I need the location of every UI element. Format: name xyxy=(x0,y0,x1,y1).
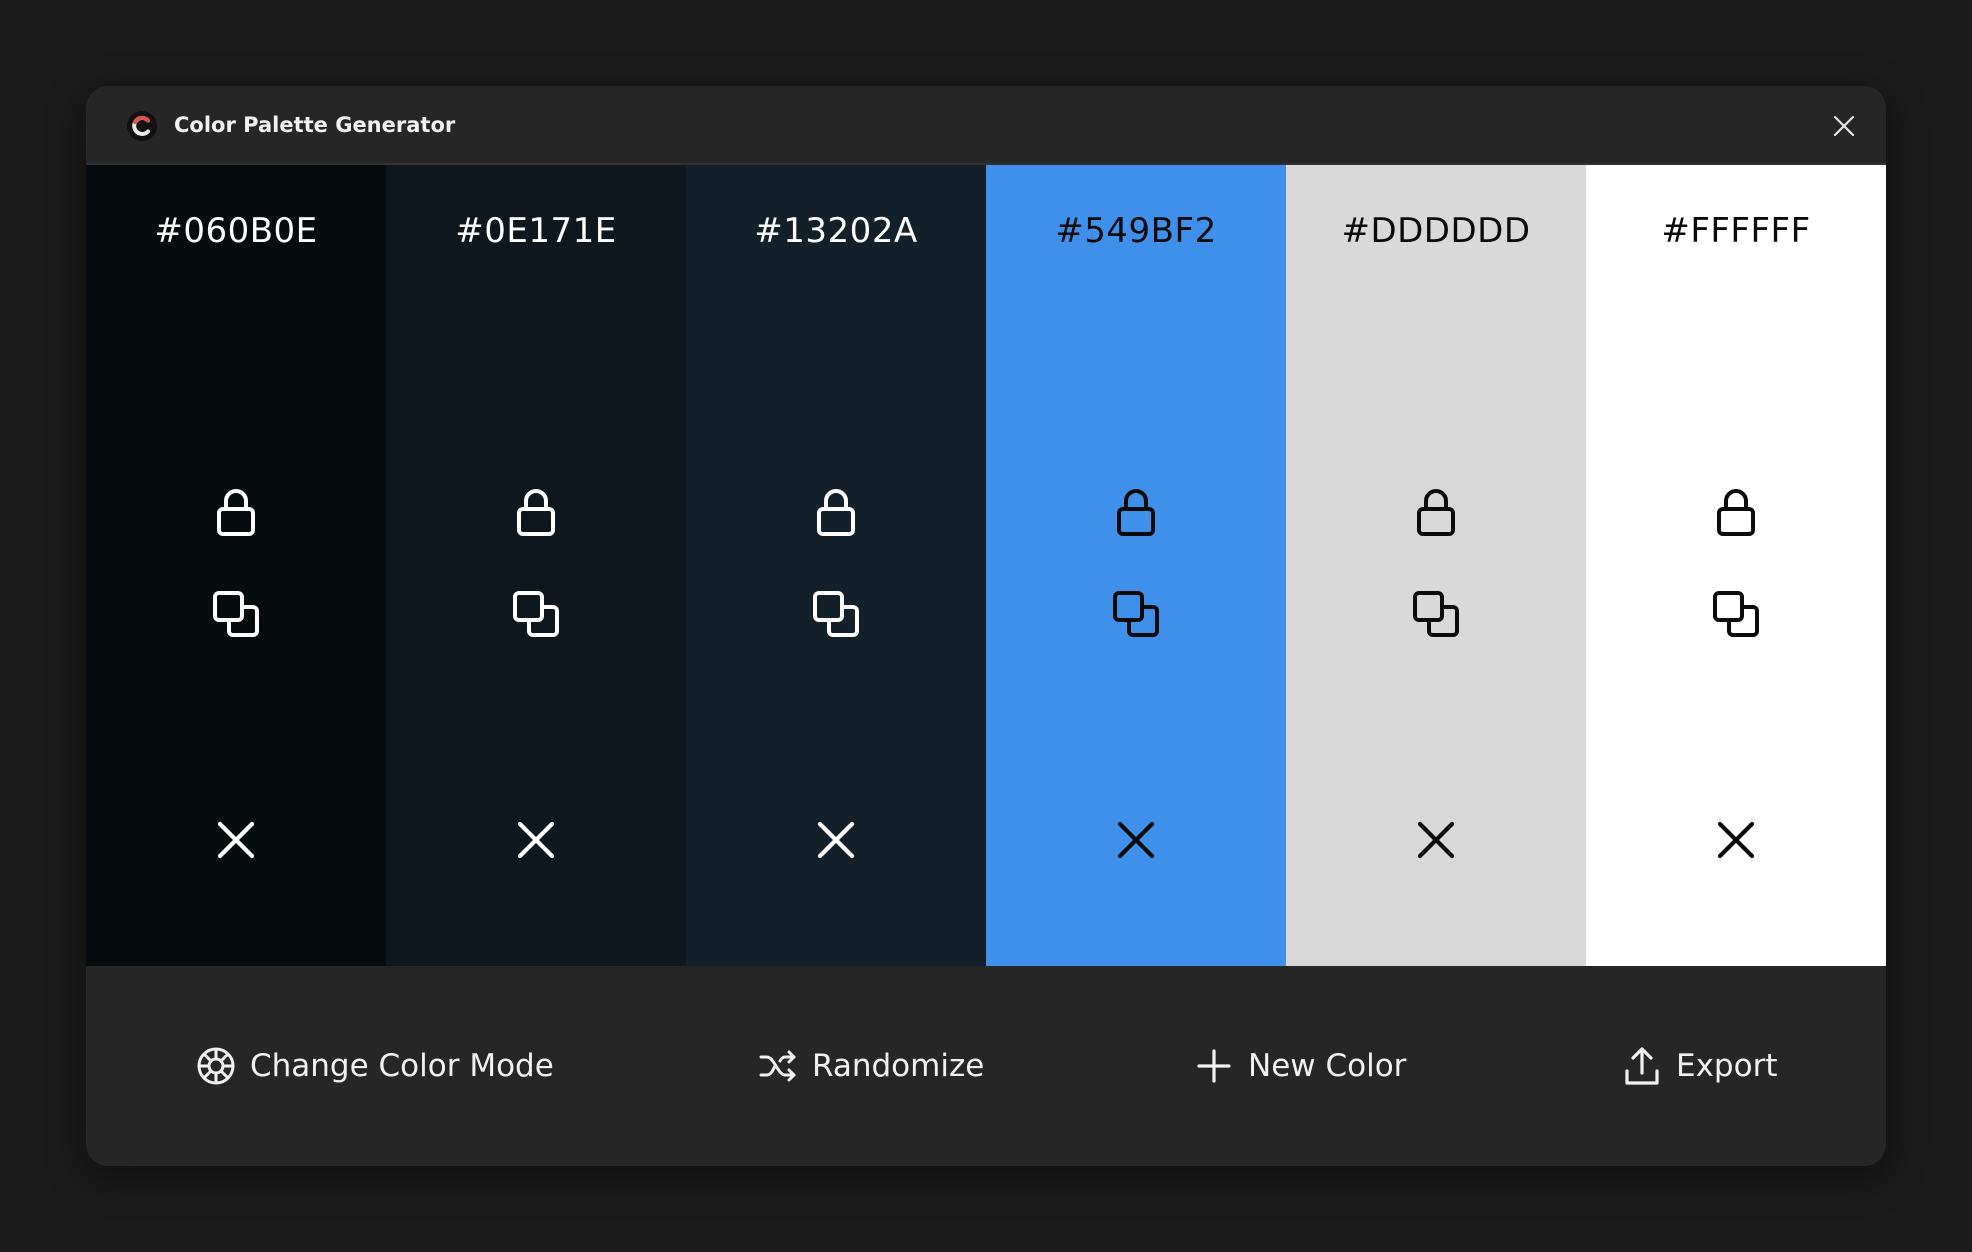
change-color-mode-label: Change Color Mode xyxy=(250,1048,554,1084)
shuffle-icon xyxy=(759,1050,796,1082)
randomize-label: Randomize xyxy=(812,1048,985,1084)
remove-color-button[interactable] xyxy=(1411,815,1461,865)
lock-icon xyxy=(1117,489,1155,536)
lock-icon xyxy=(817,489,855,536)
remove-icon xyxy=(1117,821,1155,859)
lock-icon xyxy=(217,489,255,536)
palette-swatches: #060B0E #0E171E #13202A #549BF2 #DDDDDD … xyxy=(86,165,1886,966)
hex-code[interactable]: #FFFFFF xyxy=(1586,211,1886,251)
export-label: Export xyxy=(1676,1048,1778,1084)
color-swatch[interactable]: #0E171E xyxy=(386,165,686,966)
lock-icon xyxy=(517,489,555,536)
hex-code[interactable]: #13202A xyxy=(686,211,986,251)
plus-icon xyxy=(1197,1049,1231,1083)
new-color-button[interactable]: New Color xyxy=(1194,1040,1406,1092)
app-logo-icon xyxy=(126,110,158,142)
copy-icon xyxy=(1113,591,1159,637)
color-swatch[interactable]: #060B0E xyxy=(86,165,386,966)
remove-color-button[interactable] xyxy=(511,815,561,865)
copy-icon xyxy=(813,591,859,637)
remove-icon xyxy=(817,821,855,859)
export-button[interactable]: Export xyxy=(1622,1040,1777,1092)
lock-color-button[interactable] xyxy=(1411,487,1461,537)
hex-code[interactable]: #549BF2 xyxy=(986,211,1286,251)
lock-color-button[interactable] xyxy=(811,487,861,537)
copy-icon xyxy=(513,591,559,637)
color-swatch[interactable]: #13202A xyxy=(686,165,986,966)
hex-code[interactable]: #DDDDDD xyxy=(1286,211,1586,251)
color-swatch[interactable]: #FFFFFF xyxy=(1586,165,1886,966)
copy-color-button[interactable] xyxy=(211,589,261,639)
upload-icon xyxy=(1625,1047,1659,1085)
color-swatch[interactable]: #549BF2 xyxy=(986,165,1286,966)
hex-code[interactable]: #060B0E xyxy=(86,211,386,251)
copy-color-button[interactable] xyxy=(1111,589,1161,639)
color-wheel-icon xyxy=(197,1047,235,1085)
copy-icon xyxy=(1413,591,1459,637)
remove-icon xyxy=(1417,821,1455,859)
copy-icon xyxy=(1713,591,1759,637)
lock-color-button[interactable] xyxy=(211,487,261,537)
change-color-mode-button[interactable]: Change Color Mode xyxy=(196,1040,554,1092)
new-color-label: New Color xyxy=(1248,1048,1407,1084)
hex-code[interactable]: #0E171E xyxy=(386,211,686,251)
remove-color-button[interactable] xyxy=(1711,815,1761,865)
copy-color-button[interactable] xyxy=(511,589,561,639)
copy-color-button[interactable] xyxy=(811,589,861,639)
remove-icon xyxy=(517,821,555,859)
window-title: Color Palette Generator xyxy=(174,113,456,137)
color-swatch[interactable]: #DDDDDD xyxy=(1286,165,1586,966)
remove-icon xyxy=(217,821,255,859)
remove-color-button[interactable] xyxy=(811,815,861,865)
lock-color-button[interactable] xyxy=(1711,487,1761,537)
close-icon xyxy=(1833,115,1855,137)
remove-color-button[interactable] xyxy=(1111,815,1161,865)
close-window-button[interactable] xyxy=(1824,106,1864,146)
lock-icon xyxy=(1417,489,1455,536)
randomize-button[interactable]: Randomize xyxy=(758,1040,984,1092)
copy-color-button[interactable] xyxy=(1411,589,1461,639)
lock-color-button[interactable] xyxy=(1111,487,1161,537)
remove-icon xyxy=(1717,821,1755,859)
title-bar: Color Palette Generator xyxy=(86,86,1886,165)
action-toolbar: Change Color Mode Randomize New Color Ex… xyxy=(86,966,1886,1166)
lock-color-button[interactable] xyxy=(511,487,561,537)
lock-icon xyxy=(1717,489,1755,536)
copy-icon xyxy=(213,591,259,637)
copy-color-button[interactable] xyxy=(1711,589,1761,639)
remove-color-button[interactable] xyxy=(211,815,261,865)
app-window: Color Palette Generator #060B0E #0E171E xyxy=(86,86,1886,1166)
